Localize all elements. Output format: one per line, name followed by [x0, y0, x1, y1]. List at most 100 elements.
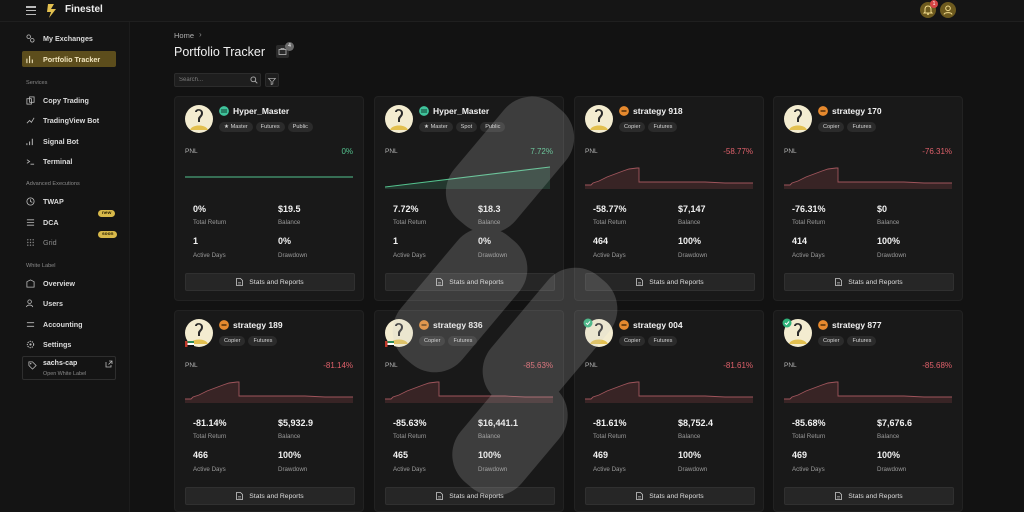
breadcrumb-home[interactable]: Home	[174, 31, 194, 40]
pnl-sparkline	[385, 166, 551, 189]
active-days-value: 414	[792, 236, 808, 246]
copier-icon	[619, 106, 629, 116]
portfolio-name[interactable]: strategy 189	[233, 320, 283, 330]
total-return-value: -81.61%	[593, 418, 627, 428]
active-days-value: 469	[593, 450, 609, 460]
active-days-label: Active Days	[792, 466, 825, 473]
tag-badge: Futures	[847, 122, 877, 132]
filter-icon	[267, 78, 277, 85]
flag-icon	[185, 341, 194, 347]
chart-icon	[26, 55, 33, 63]
active-days-value: 1	[193, 236, 199, 246]
sidebar-item-label: TWAP	[43, 196, 64, 206]
balance-value: $5,932.9	[278, 418, 314, 428]
search-icon[interactable]	[250, 76, 258, 84]
pnl-sparkline	[585, 167, 753, 189]
sidebar-item-label: Settings	[43, 339, 72, 349]
report-icon	[436, 278, 444, 286]
stats-and-reports-button[interactable]: Stats and Reports	[185, 487, 355, 505]
sidebar-item-overview[interactable]: Overview	[22, 275, 116, 291]
sidebar-item-accounting[interactable]: Accounting	[22, 316, 116, 332]
total-return-value: -85.63%	[393, 418, 427, 428]
drawdown-label: Drawdown	[678, 252, 708, 259]
drawdown-label: Drawdown	[678, 466, 708, 473]
sidebar-item-label: Users	[43, 298, 63, 308]
stats-button-label: Stats and Reports	[649, 492, 704, 500]
report-icon	[636, 492, 644, 500]
active-days-value: 464	[593, 236, 609, 246]
gear-icon	[26, 340, 35, 348]
pnl-sparkline	[185, 381, 353, 403]
new-badge: new	[98, 210, 116, 217]
sidebar-item-portfolio-tracker[interactable]: Portfolio Tracker	[22, 51, 116, 67]
sidebar-item-tradingview-bot[interactable]: TradingView Bot	[22, 112, 116, 128]
tag-badge: Futures	[448, 336, 478, 346]
active-status-icon	[583, 318, 593, 328]
pnl-sparkline	[185, 176, 353, 178]
section-label-white-label: White Label	[26, 263, 56, 269]
stats-and-reports-button[interactable]: Stats and Reports	[585, 273, 755, 291]
tag-badge: Copier	[818, 122, 845, 132]
balance-value: $7,147	[678, 204, 706, 214]
avatar-icon	[585, 105, 613, 133]
search-input[interactable]	[174, 73, 261, 87]
sidebar-item-signal-bot[interactable]: Signal Bot	[22, 133, 116, 149]
white-label-link[interactable]: sachs-cap Open White Label	[22, 356, 116, 380]
stats-and-reports-button[interactable]: Stats and Reports	[185, 273, 355, 291]
menu-icon[interactable]	[26, 6, 36, 16]
active-days-label: Active Days	[792, 252, 825, 259]
total-return-label: Total Return	[393, 433, 427, 440]
user-menu-button[interactable]	[940, 2, 956, 18]
pnl-sparkline	[784, 381, 952, 403]
stats-button-label: Stats and Reports	[449, 492, 504, 500]
tag-badge: Futures	[248, 336, 278, 346]
report-icon	[436, 492, 444, 500]
sidebar-item-my-exchanges[interactable]: My Exchanges	[22, 30, 116, 46]
active-days-value: 465	[393, 450, 409, 460]
stats-and-reports-button[interactable]: Stats and Reports	[784, 487, 954, 505]
stats-and-reports-button[interactable]: Stats and Reports	[385, 487, 555, 505]
flag-icon	[385, 341, 394, 347]
portfolio-count-badge: 4	[285, 42, 294, 51]
drawdown-value: 100%	[278, 450, 302, 460]
sidebar-item-terminal[interactable]: Terminal	[22, 153, 116, 169]
active-days-label: Active Days	[193, 466, 226, 473]
portfolio-name[interactable]: strategy 918	[633, 106, 683, 116]
tag-badge: Spot	[455, 122, 478, 132]
portfolio-name[interactable]: strategy 170	[832, 106, 882, 116]
stats-and-reports-button[interactable]: Stats and Reports	[585, 487, 755, 505]
pnl-label: PNL	[185, 148, 198, 155]
portfolio-name[interactable]: Hyper_Master	[233, 106, 289, 116]
soon-badge: soon	[98, 231, 118, 238]
copier-icon	[818, 106, 828, 116]
drawdown-value: 100%	[678, 450, 702, 460]
pnl-label: PNL	[385, 148, 398, 155]
sidebar-item-copy-trading[interactable]: Copy Trading	[22, 92, 116, 108]
portfolio-name[interactable]: strategy 004	[633, 320, 683, 330]
sidebar-item-label: Overview	[43, 278, 75, 288]
filter-button[interactable]	[265, 73, 279, 87]
sidebar-item-label: Terminal	[43, 156, 73, 166]
pnl-label: PNL	[185, 362, 198, 369]
portfolio-card: strategy 836 Copier Futures PNL -85.63% -85.6…	[374, 310, 564, 512]
portfolio-name[interactable]: strategy 877	[832, 320, 882, 330]
stats-and-reports-button[interactable]: Stats and Reports	[784, 273, 954, 291]
avatar-icon	[385, 105, 413, 133]
report-icon	[236, 492, 244, 500]
stats-and-reports-button[interactable]: Stats and Reports	[385, 273, 555, 291]
external-link-icon	[105, 360, 113, 368]
accounting-icon	[26, 321, 35, 327]
clock-icon	[26, 196, 35, 206]
white-label-name: sachs-cap	[43, 360, 78, 367]
avatar-icon	[185, 105, 213, 133]
sidebar-item-settings[interactable]: Settings	[22, 336, 116, 352]
tag-badge: Copier	[419, 336, 446, 346]
pnl-label: PNL	[585, 362, 598, 369]
portfolio-name[interactable]: strategy 836	[433, 320, 483, 330]
drawdown-label: Drawdown	[478, 252, 508, 259]
sidebar-item-twap[interactable]: TWAP	[22, 193, 116, 209]
master-icon	[419, 106, 429, 116]
sidebar-item-users[interactable]: Users	[22, 295, 116, 311]
portfolio-name[interactable]: Hyper_Master	[433, 106, 489, 116]
pnl-value: 7.72%	[530, 147, 553, 156]
